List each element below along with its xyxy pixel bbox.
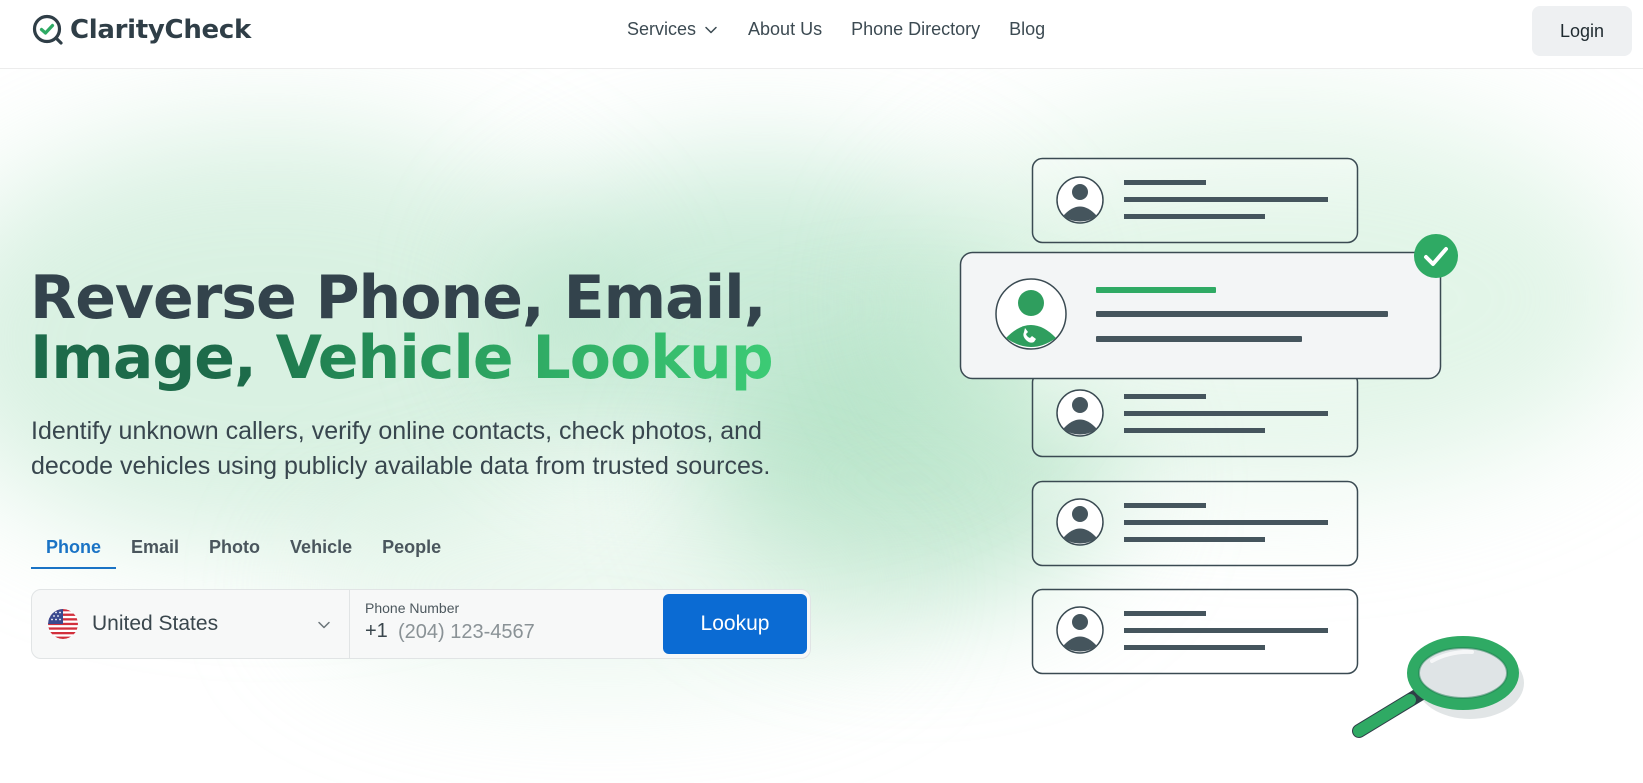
- phone-number-input[interactable]: [398, 619, 648, 645]
- country-select[interactable]: United States: [32, 590, 350, 658]
- logo-check-icon: [32, 14, 63, 45]
- tab-vehicle[interactable]: Vehicle: [275, 535, 367, 569]
- tab-people[interactable]: People: [367, 535, 456, 569]
- headline-word-image: Image,: [30, 323, 276, 393]
- tab-photo[interactable]: Photo: [194, 535, 275, 569]
- nav-item-services[interactable]: Services: [627, 19, 718, 40]
- tab-phone[interactable]: Phone: [31, 535, 117, 569]
- site-header: ClarityCheck Services About Us Phone Dir…: [0, 0, 1643, 69]
- login-button[interactable]: Login: [1532, 6, 1632, 56]
- hero-headline: Reverse Phone, Email, Image, Vehicle Loo…: [30, 268, 774, 388]
- nav-item-phone-directory[interactable]: Phone Directory: [851, 19, 980, 40]
- nav-item-services-label: Services: [627, 19, 697, 39]
- logo-text: ClarityCheck: [70, 15, 251, 45]
- headline-highlight: Vehicle Lookup: [275, 323, 774, 393]
- headline-line-2: Image, Vehicle Lookup: [30, 328, 774, 388]
- country-select-value: United States: [92, 612, 219, 635]
- lookup-button[interactable]: Lookup: [663, 594, 807, 654]
- hero-subtitle: Identify unknown callers, verify online …: [31, 417, 771, 480]
- chevron-down-icon: [318, 621, 330, 629]
- main-nav: Services About Us Phone Directory Blog: [627, 19, 1075, 40]
- us-flag-icon: [48, 609, 78, 639]
- chevron-down-icon: [705, 26, 717, 33]
- phone-country-code: +1: [365, 620, 388, 642]
- nav-item-blog[interactable]: Blog: [1009, 19, 1045, 40]
- tab-email[interactable]: Email: [116, 535, 194, 569]
- nav-item-about-us[interactable]: About Us: [748, 19, 822, 40]
- logo[interactable]: ClarityCheck: [32, 14, 251, 46]
- phone-number-label: Phone Number: [365, 600, 460, 616]
- search-tabs: Phone Email Photo Vehicle People: [31, 535, 456, 569]
